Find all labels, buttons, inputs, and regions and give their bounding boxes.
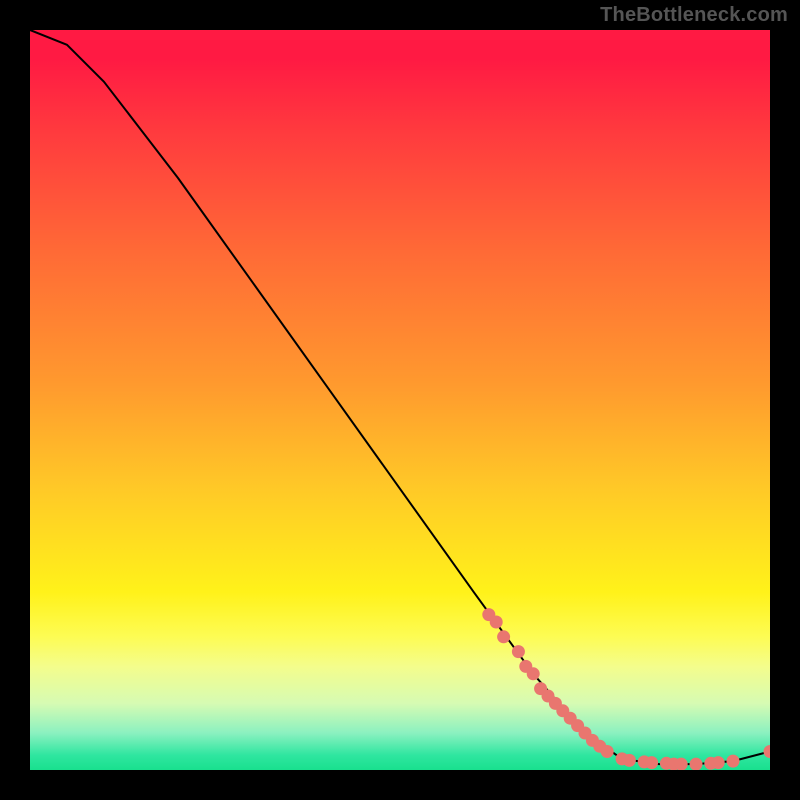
chart-overlay xyxy=(30,30,770,770)
marker-point xyxy=(690,758,703,770)
marker-point xyxy=(712,756,725,769)
watermark-text: TheBottleneck.com xyxy=(600,4,788,27)
marker-point xyxy=(675,758,688,770)
marker-point xyxy=(490,616,503,629)
bottleneck-curve xyxy=(30,30,770,764)
marker-point xyxy=(601,745,614,758)
marker-point xyxy=(764,745,771,758)
marker-point xyxy=(727,755,740,768)
plot-area xyxy=(30,30,770,770)
markers-group xyxy=(482,608,770,770)
chart-container: TheBottleneck.com xyxy=(0,0,800,800)
marker-point xyxy=(645,756,658,769)
marker-point xyxy=(497,630,510,643)
marker-point xyxy=(512,645,525,658)
marker-point xyxy=(527,667,540,680)
marker-point xyxy=(623,754,636,767)
